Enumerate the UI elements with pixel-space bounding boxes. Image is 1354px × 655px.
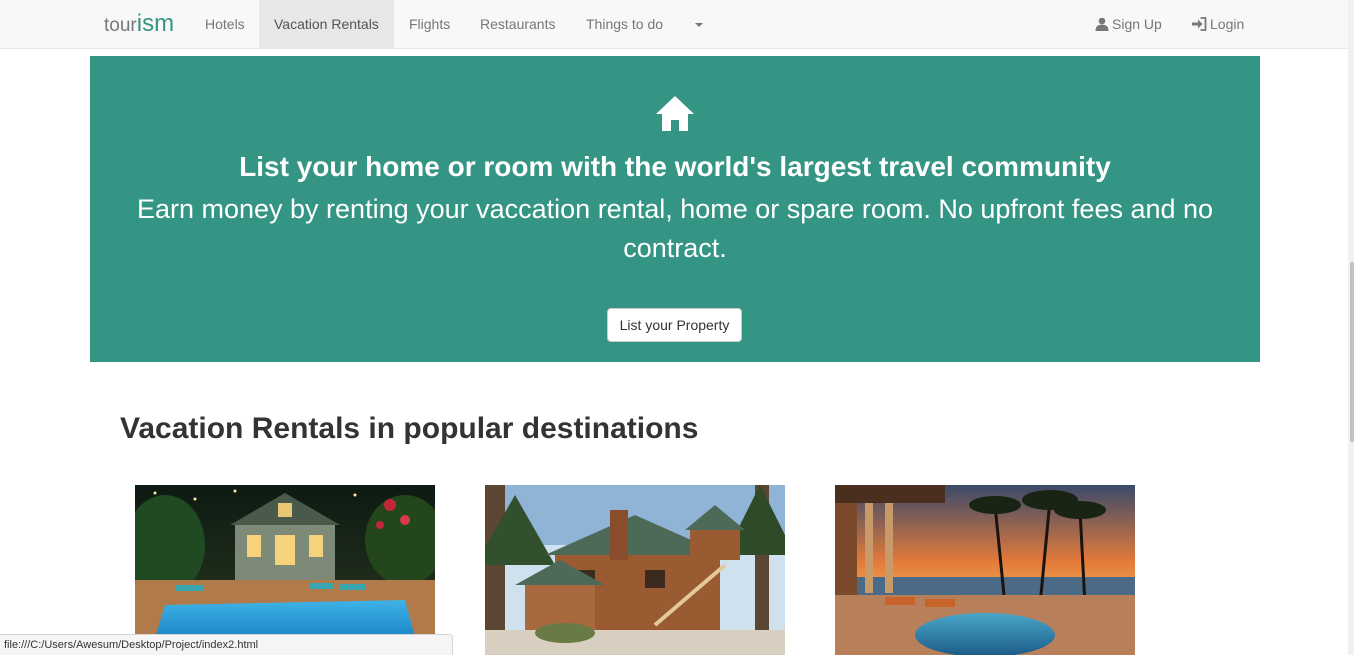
brand-accent: ism bbox=[136, 10, 175, 37]
nav-flights[interactable]: Flights bbox=[394, 0, 465, 48]
home-icon bbox=[656, 96, 694, 131]
signup-label: Sign Up bbox=[1112, 16, 1162, 32]
login-label: Login bbox=[1210, 16, 1245, 32]
hero-title: List your home or room with the world's … bbox=[239, 151, 1111, 182]
brand-logo[interactable]: tourism bbox=[104, 12, 174, 38]
signup-link[interactable]: Sign Up bbox=[1095, 0, 1162, 48]
list-property-button[interactable]: List your Property bbox=[607, 308, 742, 342]
hero-subtitle: Earn money by renting your vaccation ren… bbox=[136, 194, 1214, 263]
brand-prefix: tour bbox=[104, 15, 137, 36]
list-property-hero: List your home or room with the world's … bbox=[90, 56, 1260, 362]
destination-image-pool-villa[interactable] bbox=[135, 485, 435, 655]
nav-vacation-rentals[interactable]: Vacation Rentals bbox=[259, 0, 394, 48]
nav-hotels[interactable]: Hotels bbox=[190, 0, 260, 48]
login-icon bbox=[1192, 17, 1207, 31]
login-link[interactable]: Login bbox=[1192, 0, 1244, 48]
destination-image-log-cabin[interactable] bbox=[485, 485, 785, 655]
section-title: Vacation Rentals in popular destinations bbox=[120, 412, 699, 445]
chevron-down-icon bbox=[695, 23, 703, 28]
status-bar-url: file:///C:/Users/Awesum/Desktop/Project/… bbox=[0, 634, 453, 655]
user-icon bbox=[1095, 17, 1109, 31]
vertical-scrollbar[interactable] bbox=[1348, 0, 1354, 655]
top-navbar: tourism Hotels Vacation Rentals Flights … bbox=[0, 0, 1354, 49]
nav-things-to-do[interactable]: Things to do bbox=[571, 0, 678, 48]
nav-restaurants[interactable]: Restaurants bbox=[465, 0, 570, 48]
scrollbar-thumb[interactable] bbox=[1350, 262, 1354, 442]
nav-more-dropdown[interactable] bbox=[680, 0, 718, 48]
destination-image-ocean-villa[interactable] bbox=[835, 485, 1135, 655]
